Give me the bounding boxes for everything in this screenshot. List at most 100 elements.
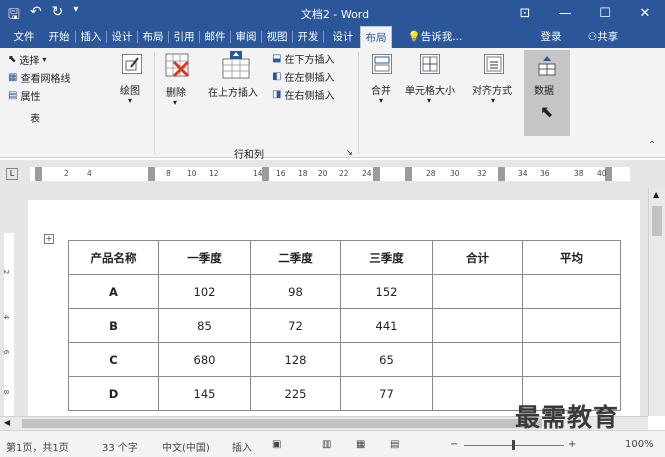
tab-file[interactable]: 文件 <box>10 26 38 48</box>
tab-home[interactable]: 开始 <box>44 26 74 48</box>
table-cell[interactable]: 102 <box>158 274 251 309</box>
word-count[interactable]: 33 个字 <box>102 439 138 454</box>
ribbon-tabs: 文件 开始 插入 设计 布局 引用 邮件 审阅 视图 开发 设计 布局 💡告诉我… <box>0 26 665 48</box>
zoom-slider-thumb[interactable] <box>512 440 515 450</box>
tab-review[interactable]: 审阅 <box>232 26 260 48</box>
tab-table-design[interactable]: 设计 <box>328 26 358 48</box>
share-button[interactable]: ⚇共享 <box>578 26 628 48</box>
language-indicator[interactable]: 中文(中国) <box>162 439 210 454</box>
data-icon <box>536 55 558 80</box>
read-mode-icon[interactable]: ▥ <box>322 439 331 450</box>
pencil-table-icon <box>122 54 142 74</box>
table-header-cell[interactable]: 产品名称 <box>68 240 159 275</box>
table-move-handle-icon[interactable]: + <box>44 234 54 244</box>
table-cell[interactable]: 128 <box>250 342 341 377</box>
document-page[interactable]: + 产品名称 一季度 二季度 三季度 合计 平均 A 102 98 152 B … <box>28 200 640 416</box>
table-cell[interactable]: B <box>68 308 159 343</box>
table-cell[interactable] <box>522 274 621 309</box>
title-bar: 🖫 ↶ ↻ ▾ 文档2 - Word ⊡ — ☐ ✕ <box>0 0 665 26</box>
save-icon[interactable]: 🖫 <box>8 4 20 28</box>
properties-button[interactable]: ▤ 属性 <box>8 88 40 103</box>
ribbon-display-icon[interactable]: ⊡ <box>505 0 545 26</box>
table-cell[interactable]: 152 <box>340 274 433 309</box>
table-cell[interactable] <box>522 308 621 343</box>
minimize-button[interactable]: — <box>545 0 585 26</box>
insert-left-icon: ◧ <box>272 71 282 82</box>
close-button[interactable]: ✕ <box>625 0 665 26</box>
tab-selector-icon[interactable]: L <box>6 168 18 180</box>
insert-left-button[interactable]: ◧ 在左侧插入 <box>272 69 334 84</box>
table-cell[interactable] <box>432 308 523 343</box>
lightbulb-icon: 💡 <box>407 31 421 43</box>
table-cell[interactable]: 65 <box>340 342 433 377</box>
tab-view[interactable]: 视图 <box>263 26 291 48</box>
table-cell[interactable]: 145 <box>158 376 251 411</box>
insert-below-icon: ⬓ <box>272 53 282 64</box>
horizontal-ruler: L 2 4 8 10 12 14 16 18 20 22 24 28 30 32… <box>0 160 665 188</box>
collapse-ribbon-icon[interactable]: ⌃ <box>648 140 656 151</box>
insert-mode[interactable]: 插入 <box>232 439 252 454</box>
delete-table-icon <box>164 52 192 83</box>
merge-cells-icon <box>372 54 392 74</box>
table-cell[interactable]: C <box>68 342 159 377</box>
ribbon: ⬉ 选择 ▾ ▦ 查看网格线 ▤ 属性 表 绘图 ▾ 删除 ▾ 在上方插入 ⬓ 在下方插入… <box>0 48 665 161</box>
status-bar: 第1页，共1页 33 个字 中文(中国) 插入 ▣ ▥ ▦ ▤ − + 100% <box>0 430 665 457</box>
table-cell[interactable]: 72 <box>250 308 341 343</box>
table-cell[interactable]: D <box>68 376 159 411</box>
page-count[interactable]: 第1页，共1页 <box>6 439 69 454</box>
tab-layout[interactable]: 布局 <box>139 26 167 48</box>
table-cell[interactable]: 85 <box>158 308 251 343</box>
table-cell[interactable]: 77 <box>340 376 433 411</box>
login-link[interactable]: 登录 <box>536 26 566 48</box>
person-icon: ⚇ <box>587 31 598 43</box>
table-cell[interactable]: 98 <box>250 274 341 309</box>
insert-above-icon <box>220 50 252 83</box>
table-cell[interactable] <box>432 376 523 411</box>
insert-right-button[interactable]: ◨ 在右侧插入 <box>272 87 334 102</box>
table-row: B 85 72 441 <box>68 308 621 343</box>
table-cell[interactable] <box>522 342 621 377</box>
zoom-level[interactable]: 100% <box>625 439 654 450</box>
insert-below-button[interactable]: ⬓ 在下方插入 <box>272 51 334 66</box>
zoom-in-icon[interactable]: + <box>568 439 576 450</box>
table-cell[interactable]: 441 <box>340 308 433 343</box>
scroll-left-icon[interactable]: ◀ <box>4 418 10 427</box>
tab-design[interactable]: 设计 <box>108 26 136 48</box>
maximize-button[interactable]: ☐ <box>585 0 625 26</box>
vertical-scrollbar[interactable]: ▲ <box>648 188 665 416</box>
tab-mailings[interactable]: 邮件 <box>201 26 229 48</box>
gridlines-icon: ▦ <box>8 72 18 83</box>
redo-icon[interactable]: ↻ <box>52 4 64 28</box>
table-cell[interactable]: 680 <box>158 342 251 377</box>
data-table: 产品名称 一季度 二季度 三季度 合计 平均 A 102 98 152 B 85… <box>68 240 621 411</box>
print-layout-icon[interactable]: ▦ <box>356 439 365 450</box>
table-cell[interactable]: 225 <box>250 376 341 411</box>
zoom-out-icon[interactable]: − <box>450 439 458 450</box>
table-header-cell[interactable]: 二季度 <box>250 240 341 275</box>
tab-insert[interactable]: 插入 <box>77 26 105 48</box>
table-row: A 102 98 152 <box>68 274 621 309</box>
tab-table-layout[interactable]: 布局 <box>360 26 392 48</box>
table-header-cell[interactable]: 合计 <box>432 240 523 275</box>
customize-qat-icon[interactable]: ▾ <box>73 4 78 28</box>
data-button[interactable]: 数据 ⬉ <box>524 50 570 136</box>
table-cell[interactable]: A <box>68 274 159 309</box>
table-cell[interactable] <box>432 342 523 377</box>
quick-access-toolbar: 🖫 ↶ ↻ ▾ <box>8 4 78 28</box>
table-header-cell[interactable]: 一季度 <box>158 240 251 275</box>
scroll-up-icon[interactable]: ▲ <box>653 190 659 199</box>
select-button[interactable]: ⬉ 选择 ▾ <box>8 52 46 67</box>
table-header-cell[interactable]: 三季度 <box>340 240 433 275</box>
tell-me-search[interactable]: 💡告诉我... <box>398 26 472 48</box>
horizontal-scroll-thumb[interactable] <box>22 419 542 428</box>
table-cell[interactable] <box>432 274 523 309</box>
table-header-cell[interactable]: 平均 <box>522 240 621 275</box>
tab-developer[interactable]: 开发 <box>294 26 322 48</box>
vertical-scroll-thumb[interactable] <box>652 206 662 236</box>
tab-references[interactable]: 引用 <box>170 26 198 48</box>
view-gridlines-button[interactable]: ▦ 查看网格线 <box>8 70 70 85</box>
macro-record-icon[interactable]: ▣ <box>272 439 281 450</box>
dialog-launcher-icon[interactable]: ↘ <box>346 148 353 157</box>
undo-icon[interactable]: ↶ <box>30 4 42 28</box>
web-layout-icon[interactable]: ▤ <box>390 439 399 450</box>
